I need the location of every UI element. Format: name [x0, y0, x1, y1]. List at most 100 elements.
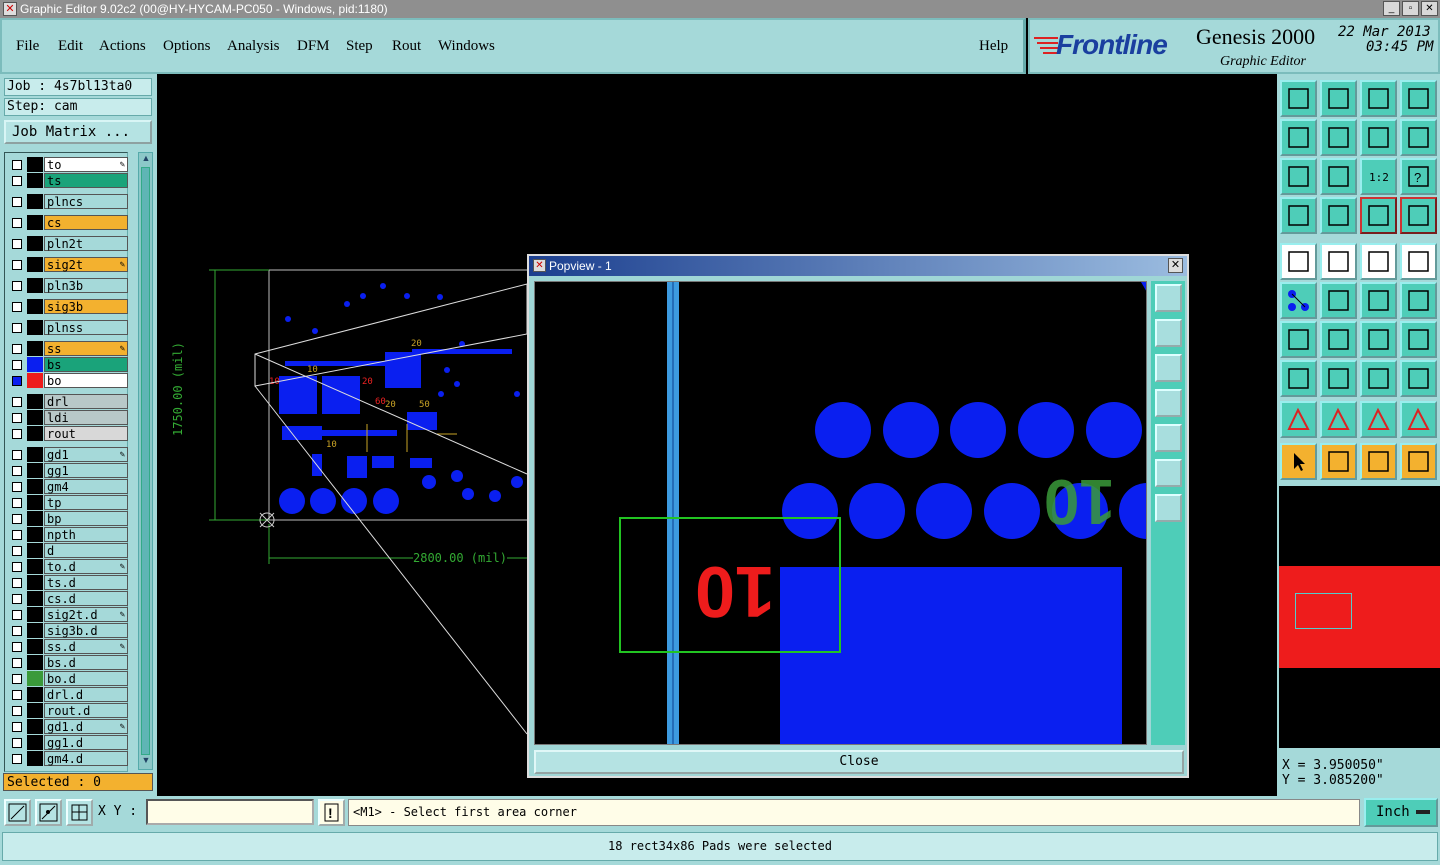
- zoom-area-icon[interactable]: [4, 799, 31, 826]
- layer-checkbox[interactable]: [12, 376, 22, 386]
- triangle-4-icon[interactable]: [1400, 401, 1437, 438]
- layer-checkbox[interactable]: [12, 642, 22, 652]
- snap-icon[interactable]: [35, 799, 62, 826]
- layer-name[interactable]: bo: [44, 373, 128, 388]
- layer-row[interactable]: to.d ✎: [8, 559, 128, 574]
- layer-checkbox[interactable]: [12, 706, 22, 716]
- layer-checkbox[interactable]: [12, 176, 22, 186]
- layer-name[interactable]: gd1 ✎: [44, 447, 128, 462]
- layer-name[interactable]: bs.d: [44, 655, 128, 670]
- layer-color-swatch[interactable]: [27, 373, 43, 388]
- zoom-center-icon[interactable]: [1320, 158, 1357, 195]
- layer-row[interactable]: to ✎: [8, 157, 128, 172]
- minimize-button[interactable]: _: [1383, 1, 1400, 16]
- layer-name[interactable]: sig3b: [44, 299, 128, 314]
- layer-checkbox[interactable]: [12, 397, 22, 407]
- layer-name[interactable]: sig2t ✎: [44, 257, 128, 272]
- layer-checkbox[interactable]: [12, 722, 22, 732]
- grid-snap-icon[interactable]: [66, 799, 93, 826]
- layer-row[interactable]: bo: [8, 373, 128, 388]
- menu-rout[interactable]: Rout: [392, 38, 421, 55]
- layer-row[interactable]: rout.d: [8, 703, 128, 718]
- layer-row[interactable]: sig3b: [8, 299, 128, 314]
- layer-row[interactable]: ss.d ✎: [8, 639, 128, 654]
- layer-color-swatch[interactable]: [27, 410, 43, 425]
- layer-row[interactable]: gm4: [8, 479, 128, 494]
- arrow-icon[interactable]: [1400, 282, 1437, 319]
- layer-checkbox[interactable]: [12, 530, 22, 540]
- layer-row[interactable]: tp: [8, 495, 128, 510]
- menu-options[interactable]: Options: [163, 38, 211, 55]
- angle-icon[interactable]: [1280, 321, 1317, 358]
- scroll-down-icon[interactable]: ▼: [140, 755, 152, 767]
- layer-checkbox[interactable]: [12, 344, 22, 354]
- layer-row[interactable]: gm4.d: [8, 751, 128, 766]
- layer-checkbox[interactable]: [12, 690, 22, 700]
- layer-row[interactable]: ts: [8, 173, 128, 188]
- layer-name[interactable]: ts: [44, 173, 128, 188]
- swap-icon[interactable]: [1360, 119, 1397, 156]
- bar-icon[interactable]: [1320, 360, 1357, 397]
- slash-icon[interactable]: [1320, 321, 1357, 358]
- layer-name[interactable]: ts.d: [44, 575, 128, 590]
- layer-color-swatch[interactable]: [27, 479, 43, 494]
- layer-name[interactable]: bs: [44, 357, 128, 372]
- layer-checkbox[interactable]: [12, 658, 22, 668]
- mirror-icon[interactable]: [1400, 321, 1437, 358]
- layer-checkbox[interactable]: [12, 260, 22, 270]
- layer-name[interactable]: ldi: [44, 410, 128, 425]
- layer-color-swatch[interactable]: [27, 687, 43, 702]
- layer-color-swatch[interactable]: [27, 257, 43, 272]
- layer-row[interactable]: bs.d: [8, 655, 128, 670]
- layer-row[interactable]: drl.d: [8, 687, 128, 702]
- layer-row[interactable]: bp: [8, 511, 128, 526]
- layer-scrollbar[interactable]: ▲ ▼: [138, 152, 153, 770]
- home-icon[interactable]: [1360, 80, 1397, 117]
- layer-row[interactable]: ldi: [8, 410, 128, 425]
- pad-icon[interactable]: [1280, 360, 1317, 397]
- split-view-icon[interactable]: [1400, 80, 1437, 117]
- scroll-up-icon[interactable]: ▲: [140, 153, 152, 165]
- layer-name[interactable]: plnss: [44, 320, 128, 335]
- menu-analysis[interactable]: Analysis: [227, 38, 280, 55]
- layer-name[interactable]: gd1.d ✎: [44, 719, 128, 734]
- help-icon[interactable]: ?: [1400, 158, 1437, 195]
- layer-row[interactable]: ts.d: [8, 575, 128, 590]
- route-icon[interactable]: [1400, 443, 1437, 480]
- layer-color-swatch[interactable]: [27, 639, 43, 654]
- grid-icon[interactable]: [1320, 197, 1357, 234]
- layer-name[interactable]: drl: [44, 394, 128, 409]
- popview-tool-1-icon[interactable]: [1155, 284, 1182, 312]
- layer-name[interactable]: gm4.d: [44, 751, 128, 766]
- close-window-button[interactable]: ✕: [1421, 1, 1438, 16]
- layer-checkbox[interactable]: [12, 610, 22, 620]
- layer-row[interactable]: ss ✎: [8, 341, 128, 356]
- layer-color-swatch[interactable]: [27, 173, 43, 188]
- red-line-icon[interactable]: [1360, 282, 1397, 319]
- menu-step[interactable]: Step: [346, 38, 373, 55]
- layer-checkbox[interactable]: [12, 450, 22, 460]
- layer-color-swatch[interactable]: [27, 735, 43, 750]
- next-step-icon[interactable]: [1320, 119, 1357, 156]
- layer-row[interactable]: gg1: [8, 463, 128, 478]
- layer-name[interactable]: npth: [44, 527, 128, 542]
- layer-row[interactable]: bs: [8, 357, 128, 372]
- job-matrix-button[interactable]: Job Matrix ...: [4, 120, 152, 144]
- layer-up-icon[interactable]: [1280, 80, 1317, 117]
- layer-row[interactable]: sig2t ✎: [8, 257, 128, 272]
- layer-color-swatch[interactable]: [27, 215, 43, 230]
- layer-name[interactable]: gg1.d: [44, 735, 128, 750]
- units-select[interactable]: Inch: [1364, 798, 1438, 827]
- prev-step-icon[interactable]: [1280, 119, 1317, 156]
- layer-color-swatch[interactable]: [27, 543, 43, 558]
- layer-name[interactable]: ss.d ✎: [44, 639, 128, 654]
- group-icon[interactable]: [1400, 360, 1437, 397]
- layer-name[interactable]: ss ✎: [44, 341, 128, 356]
- layer-down-icon[interactable]: [1320, 80, 1357, 117]
- circle-fill-icon[interactable]: [1400, 243, 1437, 280]
- layer-row[interactable]: plnss: [8, 320, 128, 335]
- select-box-icon[interactable]: [1320, 443, 1357, 480]
- layer-name[interactable]: cs.d: [44, 591, 128, 606]
- layer-checkbox[interactable]: [12, 197, 22, 207]
- menu-windows[interactable]: Windows: [438, 38, 495, 55]
